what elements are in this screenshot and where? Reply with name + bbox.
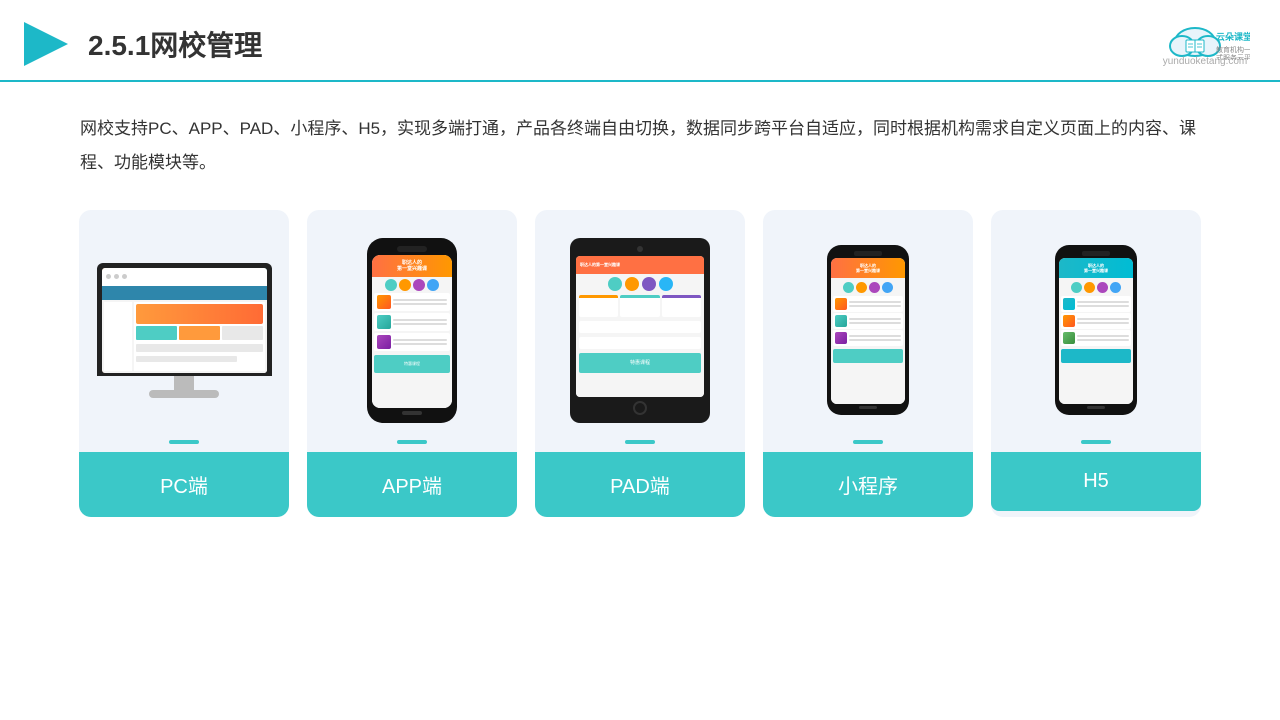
pad-badge-strip (625, 440, 655, 444)
header-left: 2.5.1网校管理 (20, 18, 262, 70)
card-app-image: 职达人的第一堂兴趣课 (307, 210, 517, 440)
card-app-label: APP端 (307, 452, 517, 517)
h5-badge-strip (1081, 440, 1111, 444)
card-miniapp: 职达人的第一堂兴趣课 (763, 210, 973, 517)
card-miniapp-image: 职达人的第一堂兴趣课 (763, 210, 973, 440)
card-pad: 职达人的第一堂兴趣课 (535, 210, 745, 517)
card-pc-image (79, 210, 289, 440)
main-content: 网校支持PC、APP、PAD、小程序、H5，实现多端打通，产品各终端自由切换，数… (0, 82, 1280, 537)
phone-notch (397, 246, 427, 252)
card-h5-label: H5 (991, 452, 1201, 511)
svg-text:云朵课堂: 云朵课堂 (1216, 31, 1250, 42)
description-text: 网校支持PC、APP、PAD、小程序、H5，实现多端打通，产品各终端自由切换，数… (80, 112, 1200, 180)
phone-mini-home-1 (859, 406, 877, 409)
logo-url: yunduoketang.com (1163, 56, 1248, 67)
card-h5: 职达人的第一堂兴趣课 (991, 210, 1201, 517)
phone-mini-home-2 (1087, 406, 1105, 409)
cards-container: PC端 职达人的第一堂兴趣课 (80, 210, 1200, 517)
card-pad-label: PAD端 (535, 452, 745, 517)
phone-screen-app: 职达人的第一堂兴趣课 (372, 255, 452, 408)
logo-icon: 云朵课堂 教育机构一站 式服务云平台 (1160, 22, 1250, 60)
tablet-mockup: 职达人的第一堂兴趣课 (570, 238, 710, 423)
pc-badge-strip (169, 440, 199, 444)
play-icon (20, 18, 72, 70)
card-miniapp-label: 小程序 (763, 452, 973, 517)
card-app: 职达人的第一堂兴趣课 (307, 210, 517, 517)
card-pc-label: PC端 (79, 452, 289, 517)
svg-text:教育机构一站: 教育机构一站 (1216, 45, 1250, 54)
card-h5-image: 职达人的第一堂兴趣课 (991, 210, 1201, 440)
phone-mockup-app: 职达人的第一堂兴趣课 (367, 238, 457, 423)
card-pad-image: 职达人的第一堂兴趣课 (535, 210, 745, 440)
phone-mini-mockup-1: 职达人的第一堂兴趣课 (827, 245, 909, 415)
miniapp-badge-strip (853, 440, 883, 444)
tablet-home-btn (633, 401, 647, 415)
phone-header-app: 职达人的第一堂兴趣课 (372, 255, 452, 277)
header: 2.5.1网校管理 云朵课堂 教育机构一站 式服务云平台 yunduoketan… (0, 0, 1280, 82)
phone-mini-mockup-2: 职达人的第一堂兴趣课 (1055, 245, 1137, 415)
logo-area: 云朵课堂 教育机构一站 式服务云平台 yunduoketang.com (1160, 22, 1250, 67)
phone-home-btn (402, 411, 422, 415)
monitor-mockup (94, 263, 274, 398)
card-pc: PC端 (79, 210, 289, 517)
page-title: 2.5.1网校管理 (88, 24, 262, 64)
app-badge-strip (397, 440, 427, 444)
